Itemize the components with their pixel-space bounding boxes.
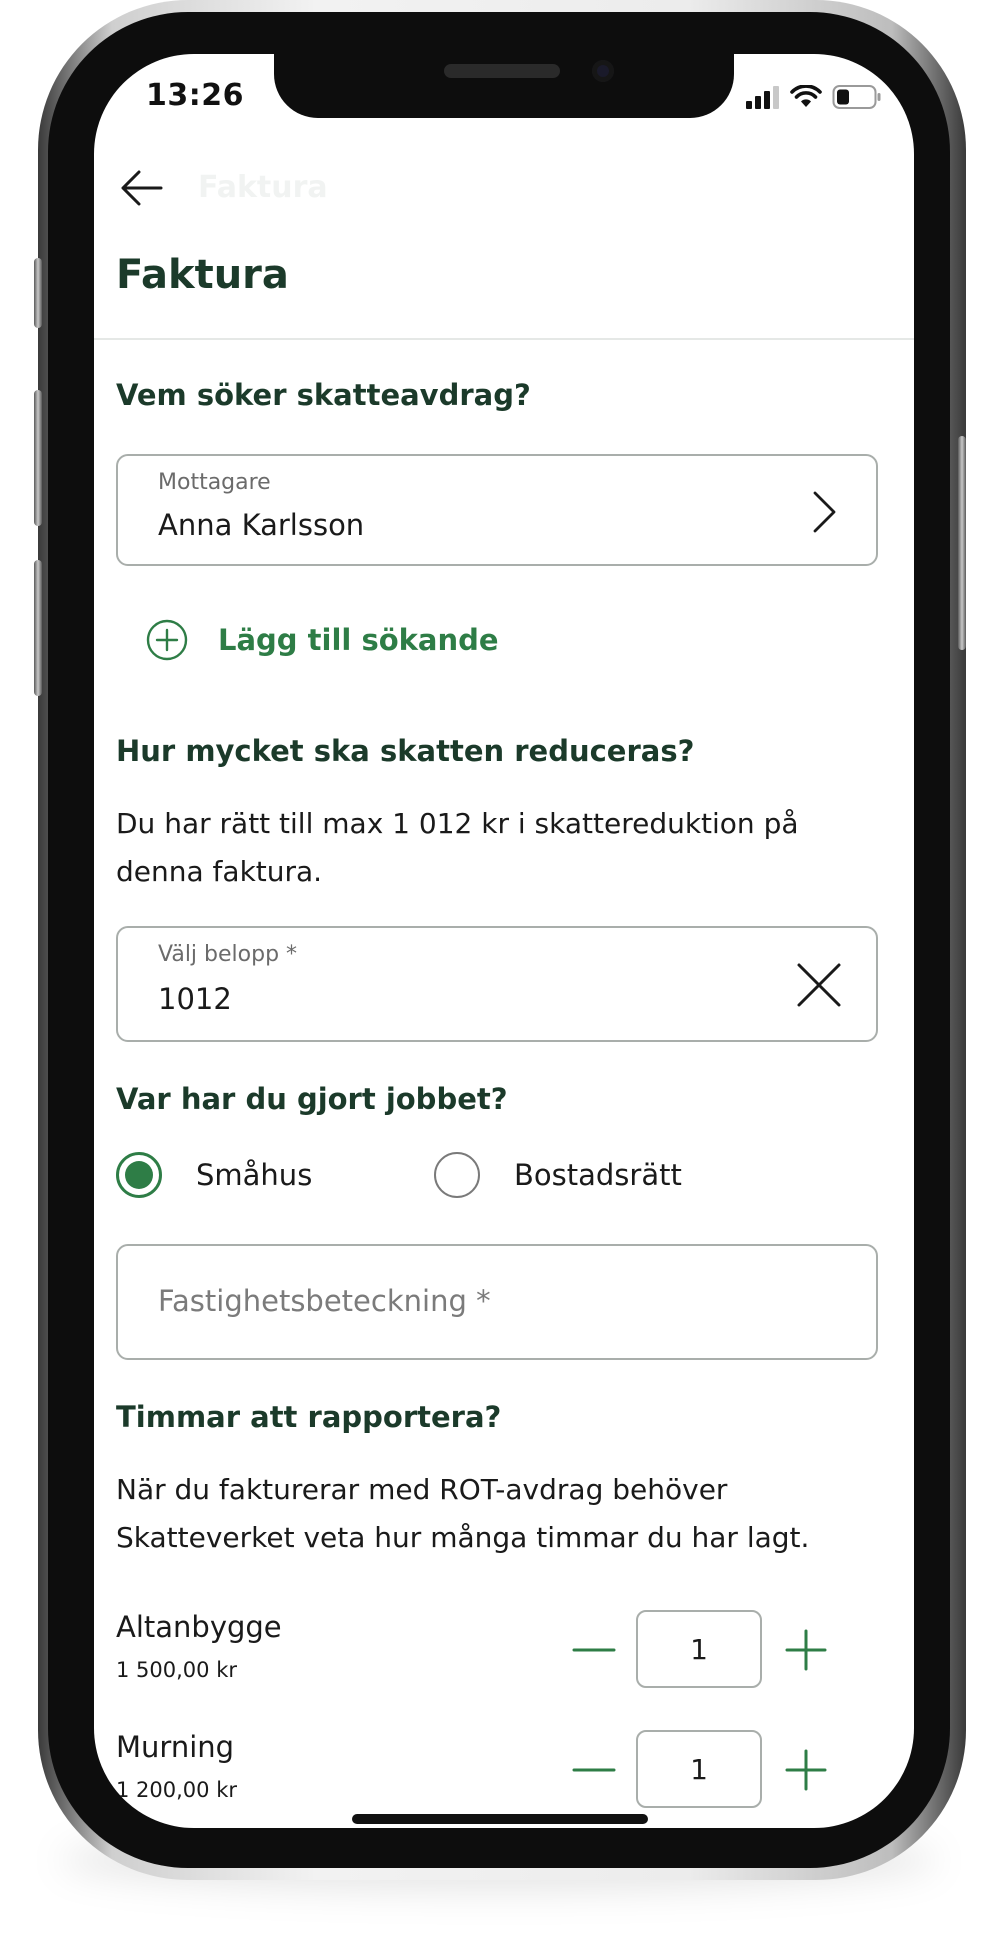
app-screen: 13:26 Faktura Faktura Vem söker skatteav… [94, 54, 914, 1828]
arrow-left-icon [121, 170, 163, 206]
plus-icon [785, 1629, 827, 1671]
radio-dot [125, 1161, 153, 1189]
front-camera [592, 60, 614, 82]
amount-field[interactable]: Välj belopp * 1012 [116, 926, 878, 1042]
decrease-button[interactable] [566, 1628, 622, 1672]
hours-text: När du fakturerar med ROT-avdrag behöver… [116, 1473, 810, 1554]
increase-button[interactable] [780, 1624, 832, 1676]
applicant-heading: Vem söker skatteavdrag? [116, 378, 531, 412]
chevron-right-icon [813, 491, 836, 533]
quantity-input[interactable]: 1 [636, 1730, 762, 1808]
page-title: Faktura [116, 252, 289, 298]
radio-smahus[interactable]: Småhus [116, 1152, 312, 1198]
radio-unselected-icon [434, 1152, 480, 1198]
status-time: 13:26 [146, 78, 244, 113]
quantity-input[interactable]: 1 [636, 1610, 762, 1688]
recipient-value: Anna Karlsson [158, 508, 365, 542]
increase-button[interactable] [780, 1744, 832, 1796]
recipient-field[interactable]: Mottagare Anna Karlsson [116, 454, 878, 566]
item-name: Altanbygge [116, 1610, 282, 1644]
status-icons [746, 84, 882, 110]
minus-icon [572, 1768, 616, 1772]
power-button [958, 436, 966, 650]
plus-icon [785, 1749, 827, 1791]
minus-icon [572, 1648, 616, 1652]
item-price: 1 500,00 kr [116, 1658, 237, 1682]
reduction-heading: Hur mycket ska skatten reduceras? [116, 734, 695, 768]
hours-row: Altanbygge 1 500,00 kr 1 [116, 1610, 876, 1694]
home-indicator[interactable] [352, 1814, 648, 1824]
property-designation-field[interactable]: Fastighetsbeteckning * [116, 1244, 878, 1360]
signal-icon [746, 86, 779, 109]
location-heading: Var har du gjort jobbet? [116, 1082, 508, 1116]
item-price: 1 200,00 kr [116, 1778, 237, 1802]
decrease-button[interactable] [566, 1748, 622, 1792]
nav-title: Faktura [198, 170, 328, 205]
hours-row: Murning 1 200,00 kr 1 [116, 1730, 876, 1814]
property-designation-placeholder: Fastighetsbeteckning * [158, 1284, 491, 1318]
speaker [444, 64, 560, 78]
header-divider [94, 338, 914, 340]
recipient-label: Mottagare [158, 470, 271, 495]
add-applicant-label: Lägg till sökande [218, 623, 499, 657]
volume-up-button [34, 390, 42, 526]
hours-heading: Timmar att rapportera? [116, 1400, 502, 1434]
radio-bostadsratt[interactable]: Bostadsrätt [434, 1152, 682, 1198]
amount-value: 1012 [158, 982, 232, 1016]
close-icon[interactable] [796, 962, 842, 1008]
item-name: Murning [116, 1730, 235, 1764]
plus-circle-icon [146, 619, 188, 661]
add-applicant-button[interactable]: Lägg till sökande [146, 616, 499, 664]
radio-selected-icon [116, 1152, 162, 1198]
amount-label: Välj belopp * [158, 942, 298, 967]
wifi-icon [790, 85, 822, 107]
notch [274, 54, 734, 118]
reduction-text: Du har rätt till max 1 012 kr i skattere… [116, 807, 799, 888]
radio-smahus-label: Småhus [196, 1158, 313, 1192]
volume-down-button [34, 560, 42, 696]
battery-icon [832, 85, 881, 109]
radio-bostadsratt-label: Bostadsrätt [514, 1158, 682, 1192]
mute-switch [34, 258, 42, 328]
back-button[interactable] [116, 162, 168, 214]
